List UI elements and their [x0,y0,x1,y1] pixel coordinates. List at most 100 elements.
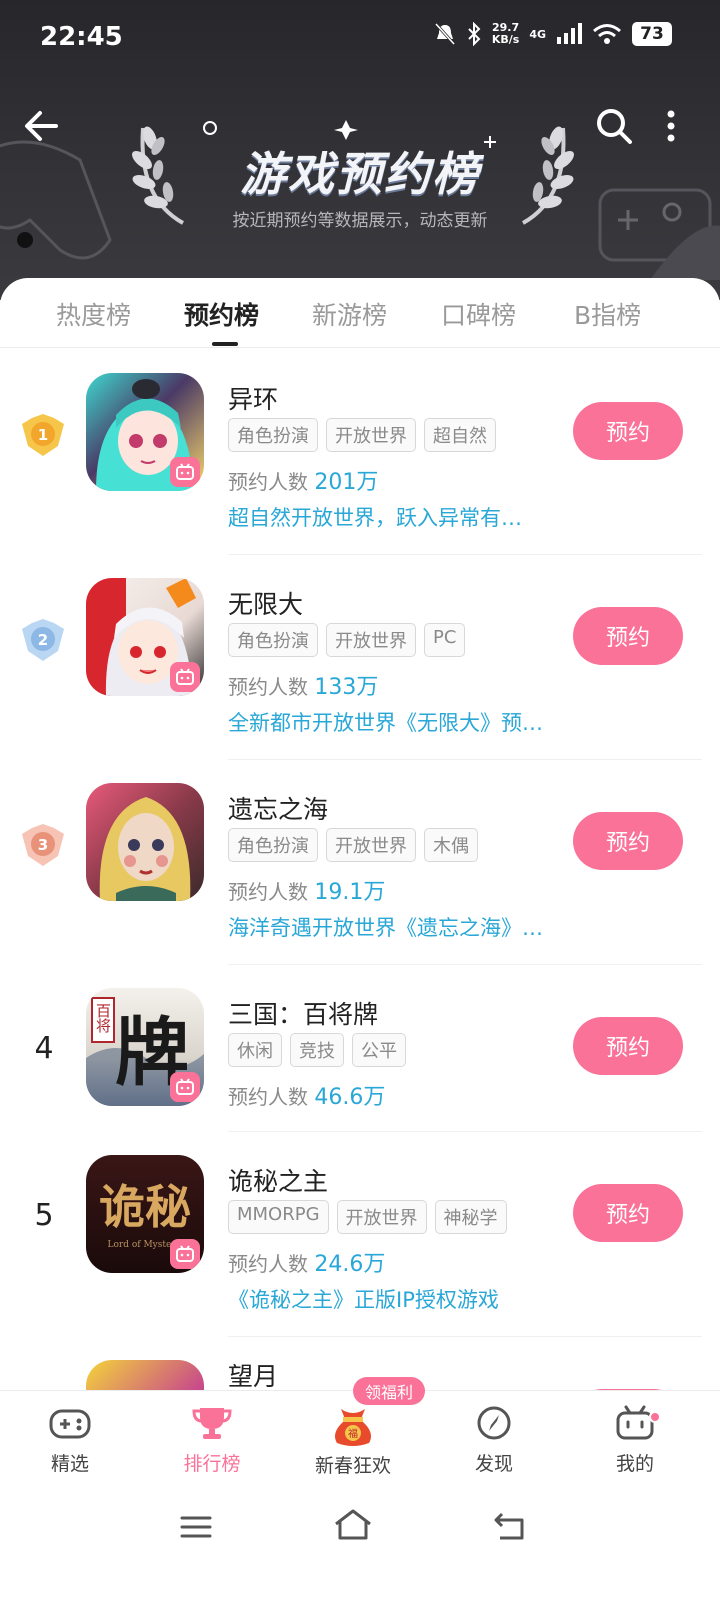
game-icon[interactable] [86,783,204,901]
reserve-button[interactable]: 预约 [573,1017,683,1075]
ranking-tabs: 热度榜 预约榜 新游榜 口碑榜 B指榜 [0,278,720,348]
game-icon[interactable]: 百将 牌 [86,988,204,1106]
game-icon[interactable]: 诡秘 Lord of Mysteries [86,1155,204,1273]
tag[interactable]: 开放世界 [326,828,416,862]
logo-small-text: 百将 [94,1003,112,1033]
promo-badge[interactable]: 领福利 [353,1377,426,1405]
tag[interactable]: 开放世界 [336,1200,427,1234]
signal-icon [557,23,582,44]
tag[interactable]: 角色扮演 [228,828,318,862]
back-nav-icon[interactable] [492,1510,528,1542]
tag[interactable]: 超自然 [424,418,496,452]
list-item[interactable]: 5 诡秘 Lord of Mysteries 诡秘之主 MMORPG 开放世界 … [0,1152,720,1342]
game-icon[interactable] [86,373,204,491]
reserve-count-line: 预约人数 19.1万 [228,874,385,906]
rank-number: 2 [38,631,48,649]
bili-tv-icon [616,1405,654,1440]
mute-bell-icon [434,22,455,46]
tab-new[interactable]: 新游榜 [312,296,387,332]
list-item[interactable]: 4 百将 牌 三国：百将牌 休闲 竞技 公平 预约人数 46.6万 预约 [0,985,720,1135]
nav-discover[interactable]: 发现 [434,1405,554,1476]
divider [228,1131,702,1132]
tag[interactable]: PC [424,623,466,657]
wifi-icon [593,24,621,44]
tag[interactable]: 竞技 [290,1033,344,1067]
rank-number: 1 [38,426,48,444]
reserve-label: 预约人数 [228,880,308,904]
reserve-button[interactable]: 预约 [573,607,683,665]
list-item[interactable]: 3 遗忘之海 角色扮演 开放世界 木偶 预约人数 19.1万 海洋奇遇开放世界《… [0,780,720,970]
tag[interactable]: 公平 [352,1033,406,1067]
banner-subtitle: 按近期预约等数据展示，动态更新 [232,211,488,231]
reserve-label: 预约人数 [228,675,308,699]
tag[interactable]: 开放世界 [326,418,416,452]
tag[interactable]: 木偶 [424,828,478,862]
status-icons: 29.7 KB/s 4G 73 [434,22,672,46]
nav-label: 新春狂欢 [314,1455,391,1477]
reserve-count-line: 预约人数 201万 [228,464,378,496]
doll-character-image [99,797,191,901]
gold-medal-icon: 1 [22,414,64,456]
divider [228,554,702,555]
logo-big-text: 诡秘 [99,1180,191,1234]
reserve-count: 46.6万 [314,1085,386,1110]
game-name: 遗忘之海 [228,795,329,824]
nav-ranking[interactable]: 排行榜 [152,1405,272,1476]
network-type: 4G [529,27,546,41]
game-name: 异环 [228,385,279,414]
game-name: 三国：百将牌 [228,1000,379,1029]
list-item[interactable]: 2 无限大 角色扮演 开放世界 PC 预约人数 133万 全新都市开放世界《无限… [0,575,720,765]
tab-reserve[interactable]: 预约榜 [184,296,259,332]
header-banner: 22:45 29.7 KB/s 4G 73 游戏预约榜 按近期预约等数据展示，动… [0,0,720,300]
nav-mine[interactable]: 我的 [575,1405,695,1476]
tag[interactable]: MMORPG [228,1200,329,1234]
net-speed: 29.7 KB/s [491,21,520,46]
banner-title: 游戏预约榜 [240,147,480,201]
status-bar: 22:45 29.7 KB/s 4G 73 [0,0,720,78]
tag[interactable]: 休闲 [228,1033,282,1067]
battery-indicator: 73 [632,22,672,46]
reserve-button[interactable]: 预约 [573,812,683,870]
reserve-button[interactable]: 预约 [573,1184,683,1242]
tab-b-index[interactable]: B指榜 [574,296,641,332]
game-description: 全新都市开放世界《无限大》预… [228,711,543,735]
tag[interactable]: 神秘学 [434,1200,507,1234]
reserve-button[interactable]: 预约 [573,402,683,460]
tag[interactable]: 开放世界 [326,623,416,657]
divider [228,759,702,760]
tab-hot[interactable]: 热度榜 [56,296,131,332]
rank-number: 5 [34,1198,54,1233]
tag[interactable]: 角色扮演 [228,623,318,657]
game-name: 诡秘之主 [228,1167,329,1196]
tab-indicator [212,342,238,346]
tag[interactable]: 角色扮演 [228,418,318,452]
nav-featured[interactable]: 精选 [10,1405,130,1476]
bilibili-badge-icon [170,662,200,692]
game-description: 海洋奇遇开放世界《遗忘之海》… [228,916,543,940]
game-description: 超自然开放世界，跃入异常有… [228,506,522,530]
reserve-count: 24.6万 [314,1252,386,1277]
game-icon[interactable] [86,578,204,696]
menu-icon[interactable] [178,1512,214,1542]
home-icon[interactable] [332,1508,374,1542]
game-name: 无限大 [228,590,304,619]
divider [228,964,702,965]
bilibili-badge-icon [170,1072,200,1102]
nav-label: 排行榜 [183,1453,241,1475]
gamepad-icon [49,1409,91,1439]
rank-number: 3 [38,836,48,854]
game-icon[interactable] [86,1360,204,1390]
system-nav-bar [0,1490,720,1600]
list-item[interactable]: 1 异环 角色扮演 开放世界 超自然 预约人数 201万 超自然开放世界，跃入异… [0,370,720,560]
nav-label: 我的 [615,1453,654,1475]
tab-reputation[interactable]: 口碑榜 [441,296,516,332]
reserve-label: 预约人数 [228,1252,308,1276]
compass-icon [477,1406,511,1440]
nav-spring-festival[interactable]: 福 新春狂欢 [293,1405,413,1478]
notification-dot [649,1411,661,1423]
reserve-count: 133万 [314,675,379,700]
game-name: 望月 [228,1362,279,1390]
reserve-count-line: 预约人数 46.6万 [228,1079,385,1111]
nav-label: 发现 [474,1453,513,1475]
reserve-count-line: 预约人数 24.6万 [228,1246,385,1278]
